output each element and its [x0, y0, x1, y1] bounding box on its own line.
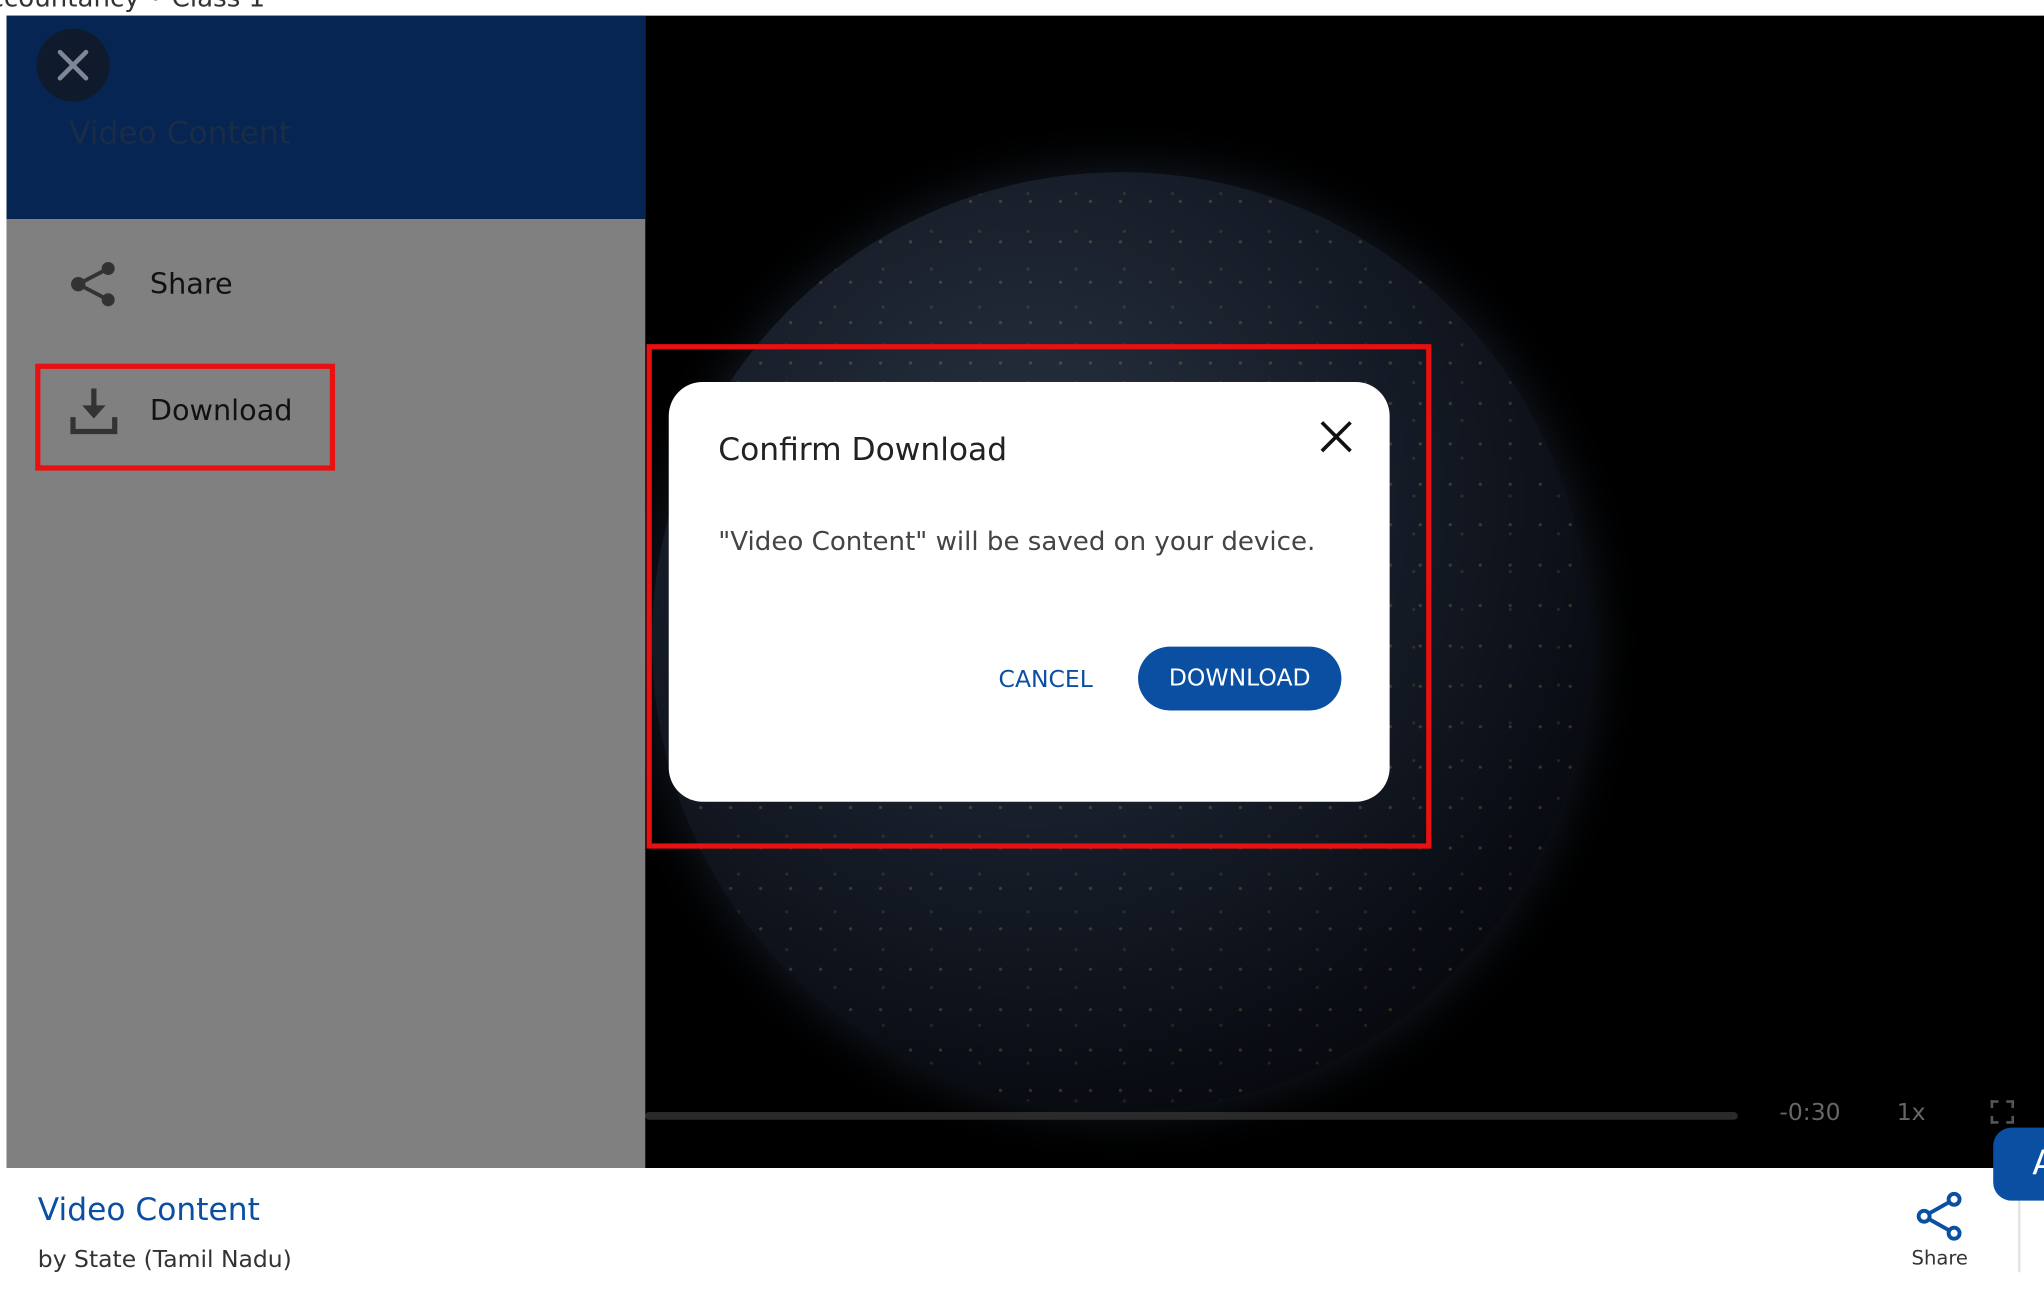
- content-footer: Video Content by State (Tamil Nadu) Shar…: [0, 1168, 2044, 1290]
- menu-item-label: Share: [149, 267, 233, 301]
- time-remaining: -0:30: [1779, 1098, 1841, 1127]
- content-title[interactable]: Video Content: [38, 1191, 260, 1228]
- confirm-download-dialog: Confirm Download "Video Content" will be…: [668, 381, 1390, 802]
- floating-action-button[interactable]: A: [1993, 1127, 2044, 1201]
- footer-share-button[interactable]: Share: [1906, 1191, 1974, 1270]
- progress-bar[interactable]: [645, 1111, 1738, 1120]
- screen: ccountancy • Class 1 -0:30 1x Video Cont…: [0, 0, 2044, 1290]
- menu-item-share[interactable]: Share: [69, 259, 233, 309]
- side-panel-header: Video Content: [6, 15, 646, 220]
- close-panel-button[interactable]: [36, 28, 110, 102]
- footer-divider: [2017, 1194, 2021, 1273]
- close-icon[interactable]: [1317, 417, 1356, 456]
- cancel-button[interactable]: CANCEL: [999, 666, 1093, 693]
- dialog-title: Confirm Download: [718, 431, 1008, 468]
- dialog-message: "Video Content" will be saved on your de…: [718, 525, 1316, 557]
- side-panel-title: Video Content: [69, 114, 292, 152]
- fullscreen-icon[interactable]: [1990, 1100, 2015, 1124]
- breadcrumb: ccountancy • Class 1: [0, 0, 265, 13]
- content-source: by State (Tamil Nadu): [37, 1246, 292, 1274]
- highlight-download-annotation: [35, 363, 336, 471]
- app-root: ccountancy • Class 1 -0:30 1x Video Cont…: [0, 0, 2044, 1290]
- share-icon: [71, 262, 115, 307]
- playback-speed[interactable]: 1x: [1897, 1099, 1926, 1126]
- close-icon: [57, 49, 89, 81]
- download-button[interactable]: DOWNLOAD: [1138, 646, 1342, 711]
- share-label: Share: [1911, 1246, 1968, 1270]
- side-panel: Video Content Share Download: [6, 15, 646, 1169]
- share-icon: [1916, 1191, 1962, 1241]
